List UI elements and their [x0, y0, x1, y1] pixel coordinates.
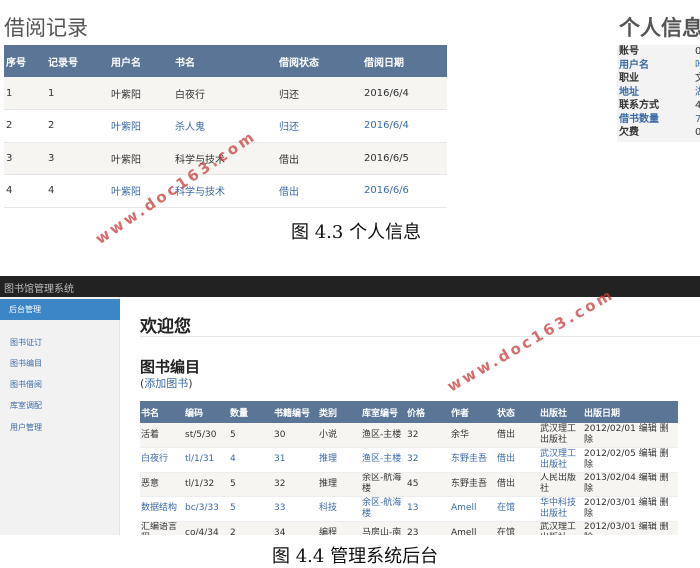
- sidebar-item-label: 后台管理: [9, 305, 41, 314]
- table-row: 4 4 叶紫阳 科学与技术 借出 2016/6/6: [4, 174, 447, 208]
- info-item-contact: 联系方式 4: [619, 100, 700, 111]
- cell-username: 叶紫阳: [109, 142, 173, 175]
- cell-index: 3: [4, 142, 46, 175]
- col-header-title: 书名: [140, 401, 184, 423]
- col-header-room-no: 库室编号: [361, 401, 406, 423]
- username-link[interactable]: 叶紫阳: [109, 109, 173, 143]
- col-header-price: 价格: [406, 401, 450, 423]
- col-header-publisher: 出版社: [539, 401, 583, 423]
- book-title-link[interactable]: 杀人鬼: [173, 109, 277, 143]
- add-book-line: (添加图书): [140, 377, 193, 390]
- cell-index: 1: [4, 77, 46, 110]
- divider: [140, 336, 700, 337]
- col-header-status: 状态: [496, 401, 539, 423]
- edit-delete-actions[interactable]: 2012/02/05 编辑 删除: [583, 447, 678, 473]
- date-link[interactable]: 2016/6/6: [362, 174, 447, 208]
- cell-record-no: 1: [46, 77, 109, 110]
- table-row: 2 2 叶紫阳 杀人鬼 归还 2016/6/4: [4, 109, 447, 143]
- col-header-record-no: 记录号: [46, 45, 109, 77]
- status-link[interactable]: 归还: [277, 109, 362, 143]
- status-link[interactable]: 借出: [277, 174, 362, 208]
- cell-index: 2: [4, 109, 46, 143]
- info-item-address: 地址湖: [619, 86, 700, 98]
- cell-username: 叶紫阳: [109, 77, 173, 110]
- table-header-row: 序号 记录号 用户名 书名 借阅状态 借阅日期: [4, 45, 447, 77]
- sidebar-item-room-allocation[interactable]: 库室调配: [10, 400, 42, 411]
- add-book-link[interactable]: 添加图书: [144, 377, 188, 390]
- info-item-arrears: 欠费 0: [619, 127, 700, 138]
- sidebar-item-admin[interactable]: 后台管理: [0, 299, 120, 320]
- books-table: 书名 编码 数量 书籍编号 类别 库室编号 价格 作者 状态 出版社 出版日期 …: [140, 401, 678, 535]
- cell-book-title: 白夜行: [173, 77, 277, 110]
- edit-delete-actions[interactable]: 2012/03/01 编辑 删除: [583, 521, 678, 535]
- table-header-row: 书名 编码 数量 书籍编号 类别 库室编号 价格 作者 状态 出版社 出版日期: [140, 401, 678, 423]
- borrow-records-title: 借阅记录: [4, 16, 88, 40]
- edit-delete-actions[interactable]: 2013/02/04 编辑 删除: [583, 472, 678, 497]
- col-header-category: 类别: [318, 401, 361, 423]
- sidebar-item-cataloging[interactable]: 图书编目: [10, 358, 42, 369]
- sidebar: 后台管理 图书证订 图书编目 图书借阅 库室调配 用户管理: [0, 297, 120, 535]
- col-header-borrow-status: 借阅状态: [277, 45, 362, 77]
- col-header-code: 编码: [184, 401, 229, 423]
- section-title: 图书编目: [140, 358, 201, 376]
- sidebar-item-card-order[interactable]: 图书证订: [10, 337, 42, 348]
- cell-date: 2016/6/5: [362, 142, 447, 175]
- table-row: 恶意 tl/1/32 5 32 推理 余区-航海楼 45 东野圭吾 借出 人民出…: [140, 472, 678, 497]
- col-header-author: 作者: [450, 401, 496, 423]
- table-row: 1 1 叶紫阳 白夜行 归还 2016/6/4: [4, 77, 447, 110]
- sidebar-item-user-management[interactable]: 用户管理: [10, 422, 42, 433]
- info-item-account: 账号 0: [619, 46, 700, 57]
- personal-info-title: 个人信息: [619, 16, 700, 40]
- welcome-heading: 欢迎您: [140, 317, 191, 337]
- figure-caption-admin-backend: 图 4.4 管理系统后台: [272, 546, 439, 567]
- table-row: 白夜行 tl/1/31 4 31 推理 渔区-主楼 32 东野圭吾 借出 武汉理…: [140, 447, 678, 473]
- table-row: 数据结构 bc/3/33 5 33 科技 余区-航海楼 13 Amell 在馆 …: [140, 496, 678, 522]
- borrow-records-table: 序号 记录号 用户名 书名 借阅状态 借阅日期 1 1 叶紫阳 白夜行 归还 2…: [4, 45, 447, 208]
- col-header-book-title: 书名: [173, 45, 277, 77]
- personal-info-list: 账号0 用户名叶 职业文 地址湖 联系方式4 借书数量7 欠费0: [619, 45, 700, 140]
- cell-index: 4: [4, 174, 46, 208]
- col-header-book-no: 书籍编号: [273, 401, 318, 423]
- cell-status: 归还: [277, 77, 362, 110]
- col-header-username: 用户名: [109, 45, 173, 77]
- col-header-publish-date: 出版日期: [583, 401, 678, 423]
- date-link[interactable]: 2016/6/4: [362, 109, 447, 143]
- col-header-quantity: 数量: [229, 401, 273, 423]
- cell-record-no: 4: [46, 174, 109, 208]
- col-header-borrow-date: 借阅日期: [362, 45, 447, 77]
- cell-status: 借出: [277, 142, 362, 175]
- cell-date: 2016/6/4: [362, 77, 447, 110]
- figure-caption-personal-info: 图 4.3 个人信息: [291, 222, 422, 243]
- info-item-username: 用户名叶: [619, 59, 700, 71]
- sidebar-item-borrowing[interactable]: 图书借阅: [10, 379, 42, 390]
- admin-backend-screenshot: 图书馆管理系统 后台管理 图书证订 图书编目 图书借阅 库室调配 用户管理 欢迎…: [0, 276, 700, 535]
- cell-record-no: 2: [46, 109, 109, 143]
- info-item-occupation: 职业文: [619, 73, 700, 84]
- col-header-index: 序号: [4, 45, 46, 77]
- brand-title[interactable]: 图书馆管理系统: [4, 280, 74, 295]
- cell-record-no: 3: [46, 142, 109, 175]
- info-item-borrow-count: 借书数量 7: [619, 113, 700, 125]
- table-row: 汇编语言程 co/4/34 2 34 编程 马房山-南 23 Amell 在馆 …: [140, 521, 678, 535]
- table-row: 活着 st/5/30 5 30 小说 渔区-主楼 32 余华 借出 武汉理工出版…: [140, 423, 678, 448]
- edit-delete-actions[interactable]: 2012/02/01 编辑 删除: [583, 423, 678, 448]
- edit-delete-actions[interactable]: 2012/03/01 编辑 删除: [583, 496, 678, 522]
